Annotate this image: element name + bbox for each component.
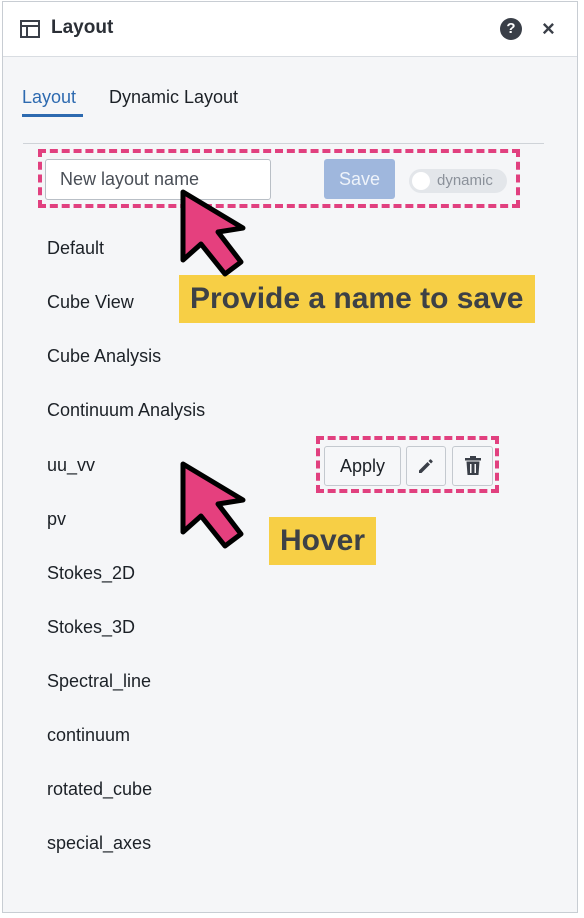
panel-titlebar: Layout ? × [3, 2, 577, 57]
list-item[interactable]: Default [47, 238, 104, 259]
list-item[interactable]: special_axes [47, 833, 151, 854]
list-item[interactable]: Cube View [47, 292, 134, 313]
dynamic-toggle[interactable]: dynamic [409, 169, 507, 193]
list-item[interactable]: pv [47, 509, 66, 530]
list-item[interactable]: continuum [47, 725, 130, 746]
toggle-knob [412, 172, 430, 190]
close-icon[interactable]: × [542, 16, 555, 42]
list-item[interactable]: uu_vv [47, 455, 95, 476]
edit-button[interactable] [406, 446, 446, 486]
apply-button[interactable]: Apply [324, 446, 401, 486]
question-circle-icon[interactable]: ? [500, 18, 522, 40]
dynamic-toggle-label: dynamic [437, 172, 493, 189]
trash-icon [464, 456, 481, 475]
list-item[interactable]: Continuum Analysis [47, 400, 205, 421]
apply-button-label: Apply [339, 456, 386, 476]
delete-button[interactable] [452, 446, 493, 486]
list-item[interactable]: Stokes_3D [47, 617, 135, 638]
tabs-divider [23, 143, 544, 144]
list-item[interactable]: Stokes_2D [47, 563, 135, 584]
list-item[interactable]: rotated_cube [47, 779, 152, 800]
tab-dynamic-layout[interactable]: Dynamic Layout [109, 87, 238, 108]
tab-layout[interactable]: Layout [22, 87, 76, 108]
hover-arrow-icon [180, 461, 246, 549]
layout-panel: Layout ? × Layout Dynamic Layout Save dy… [2, 1, 578, 913]
layout-panel-icon [20, 20, 40, 38]
active-tab-indicator [22, 114, 83, 117]
save-arrow-icon [180, 189, 246, 277]
save-button[interactable]: Save [324, 159, 395, 199]
list-item[interactable]: Cube Analysis [47, 346, 161, 367]
list-item[interactable]: Spectral_line [47, 671, 151, 692]
panel-title: Layout [51, 17, 114, 38]
pencil-icon [419, 459, 433, 473]
